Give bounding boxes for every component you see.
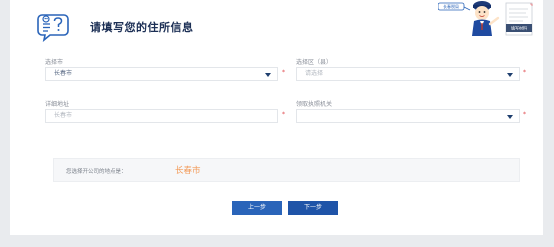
location-summary: 您选择开公司的地点是： 长春市 — [53, 158, 520, 182]
city-select[interactable]: 长春市 — [45, 67, 278, 81]
location-summary-label: 您选择开公司的地点是： — [66, 169, 127, 175]
required-marker: * — [523, 69, 526, 76]
chevron-down-icon — [507, 73, 513, 77]
mascot-sign-text: 长春税局 — [443, 3, 459, 9]
help-chat-icon — [37, 14, 69, 42]
district-select-placeholder: 请选择 — [305, 70, 324, 77]
next-step-button[interactable]: 下一步 — [288, 201, 338, 215]
address-label: 详细地址 — [45, 101, 70, 108]
location-summary-value: 长春市 — [175, 166, 201, 176]
previous-step-button[interactable]: 上一步 — [232, 201, 282, 215]
required-marker: * — [523, 111, 526, 118]
page-title: 请填写您的住所信息 — [90, 21, 194, 34]
address-input-placeholder: 长春市 — [54, 112, 73, 119]
tax-officer-mascot-illustration: 长春税局 填写材料 — [438, 1, 533, 36]
authority-label: 领取执照机关 — [296, 101, 333, 108]
district-select[interactable]: 请选择 — [296, 67, 520, 81]
chevron-down-icon — [265, 73, 271, 77]
city-label: 选择市 — [45, 59, 64, 66]
mascot-caption-text: 填写材料 — [511, 25, 527, 31]
city-select-value: 长春市 — [54, 70, 73, 77]
address-input[interactable]: 长春市 — [45, 109, 278, 123]
required-marker: * — [282, 69, 285, 76]
form-card: 请填写您的住所信息 长春税局 填写材料 选择市 长春市 * 选择区（县） 请选择… — [10, 0, 543, 235]
district-label: 选择区（县） — [296, 59, 333, 66]
authority-select[interactable] — [296, 109, 520, 123]
required-marker: * — [282, 111, 285, 118]
chevron-down-icon — [507, 115, 513, 119]
